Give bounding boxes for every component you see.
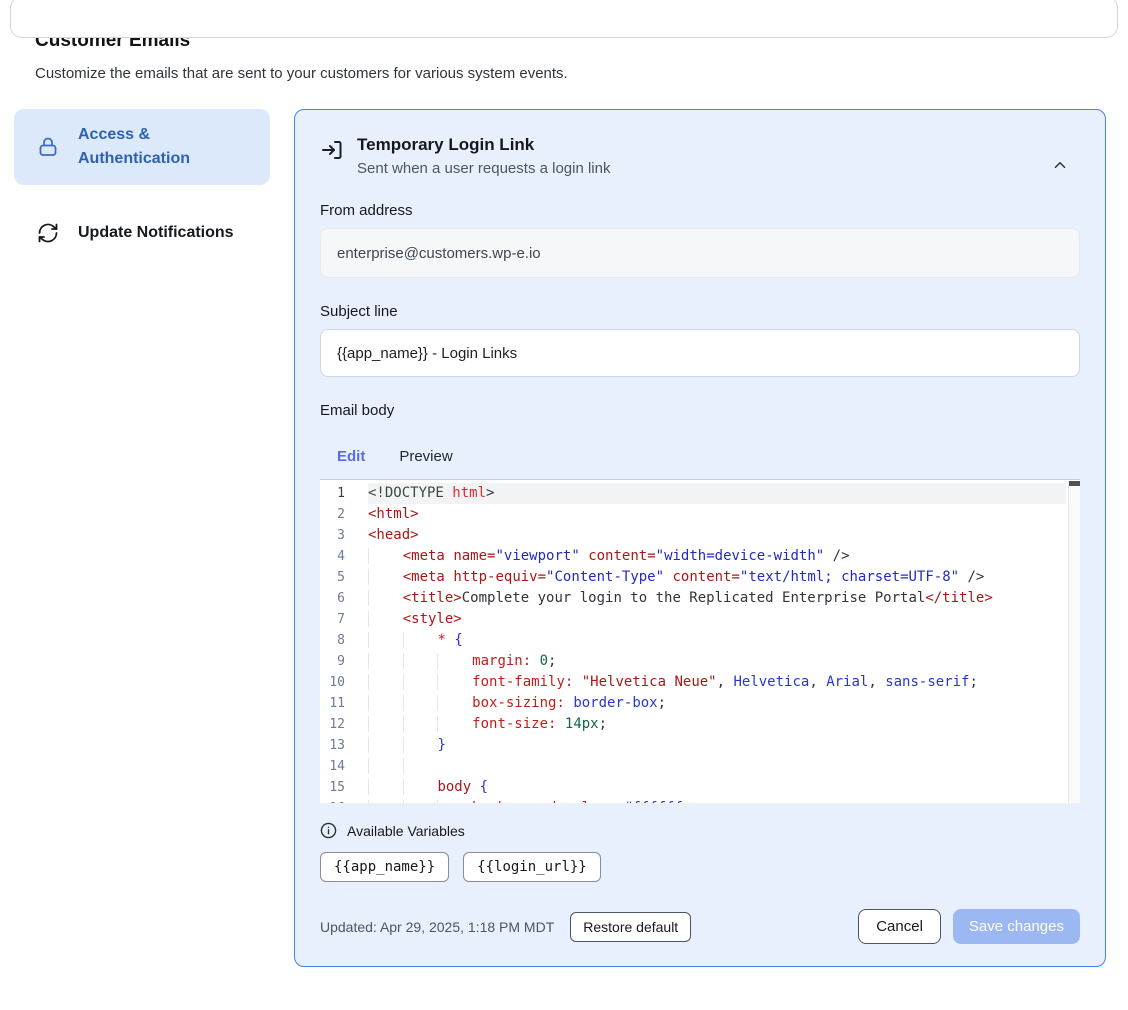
code-line: }	[368, 735, 1066, 756]
code-line: <meta name="viewport" content="width=dev…	[368, 546, 1066, 567]
editor-scrollbar-thumb[interactable]	[1069, 481, 1080, 486]
tab-edit[interactable]: Edit	[320, 435, 382, 482]
from-address-label: From address	[320, 202, 1080, 219]
code-editor[interactable]: 12345678910111213141516 <!DOCTYPE html><…	[320, 479, 1080, 803]
code-gutter: 12345678910111213141516	[320, 480, 356, 803]
code-line	[368, 756, 1066, 777]
panel-subtitle: Sent when a user requests a login link	[357, 160, 610, 177]
restore-default-button[interactable]: Restore default	[570, 912, 691, 942]
page-subtitle: Customize the emails that are sent to yo…	[35, 65, 1128, 82]
info-icon	[320, 822, 337, 839]
subject-line-label: Subject line	[320, 303, 1080, 320]
main-layout: Access & Authentication Update Notificat…	[0, 109, 1128, 967]
sidebar-item-update-notifications[interactable]: Update Notifications	[14, 207, 270, 259]
code-line: font-size: 14px;	[368, 714, 1066, 735]
refresh-icon	[36, 221, 60, 245]
email-types-sidebar: Access & Authentication Update Notificat…	[14, 109, 270, 259]
code-lines[interactable]: <!DOCTYPE html><html><head> <meta name="…	[356, 480, 1080, 803]
email-body-tabs: Edit Preview	[320, 435, 1080, 482]
updated-timestamp: Updated: Apr 29, 2025, 1:18 PM MDT	[320, 919, 554, 935]
from-address-input[interactable]	[320, 228, 1080, 278]
code-line: <html>	[368, 504, 1066, 525]
log-in-icon	[320, 138, 344, 162]
available-variables-label: Available Variables	[347, 823, 465, 839]
variable-chip-app-name[interactable]: {{app_name}}	[320, 852, 449, 882]
panel-footer: Updated: Apr 29, 2025, 1:18 PM MDT Resto…	[320, 909, 1080, 944]
code-line: body {	[368, 777, 1066, 798]
code-line: <title>Complete your login to the Replic…	[368, 588, 1066, 609]
panel-header-text: Temporary Login Link Sent when a user re…	[357, 135, 610, 177]
collapse-button[interactable]	[1051, 154, 1073, 176]
panel-title: Temporary Login Link	[357, 135, 610, 155]
sidebar-item-label: Update Notifications	[78, 221, 234, 245]
code-line: * {	[368, 630, 1066, 651]
code-line: <head>	[368, 525, 1066, 546]
save-changes-button[interactable]: Save changes	[953, 909, 1080, 944]
variable-chips: {{app_name}} {{login_url}}	[320, 852, 1080, 882]
cancel-button[interactable]: Cancel	[858, 909, 941, 944]
code-line: background-color: #ffffff;	[368, 798, 1066, 803]
code-line: box-sizing: border-box;	[368, 693, 1066, 714]
chevron-up-icon	[1051, 156, 1073, 174]
subject-line-input[interactable]	[320, 329, 1080, 377]
code-line: <style>	[368, 609, 1066, 630]
code-line: <!DOCTYPE html>	[368, 483, 1066, 504]
variable-chip-login-url[interactable]: {{login_url}}	[463, 852, 601, 882]
top-container-edge	[10, 0, 1118, 38]
sidebar-item-access-authentication[interactable]: Access & Authentication	[14, 109, 270, 185]
code-line: <meta http-equiv="Content-Type" content=…	[368, 567, 1066, 588]
editor-scrollbar[interactable]	[1068, 481, 1080, 803]
temporary-login-link-panel: Temporary Login Link Sent when a user re…	[294, 109, 1106, 967]
code-line: margin: 0;	[368, 651, 1066, 672]
panel-header: Temporary Login Link Sent when a user re…	[320, 135, 1080, 177]
available-variables-row: Available Variables	[320, 822, 1080, 839]
tab-preview[interactable]: Preview	[382, 435, 469, 482]
sidebar-item-label: Access & Authentication	[78, 123, 256, 171]
code-line: font-family: "Helvetica Neue", Helvetica…	[368, 672, 1066, 693]
lock-icon	[36, 135, 60, 159]
email-body-label: Email body	[320, 402, 1080, 419]
